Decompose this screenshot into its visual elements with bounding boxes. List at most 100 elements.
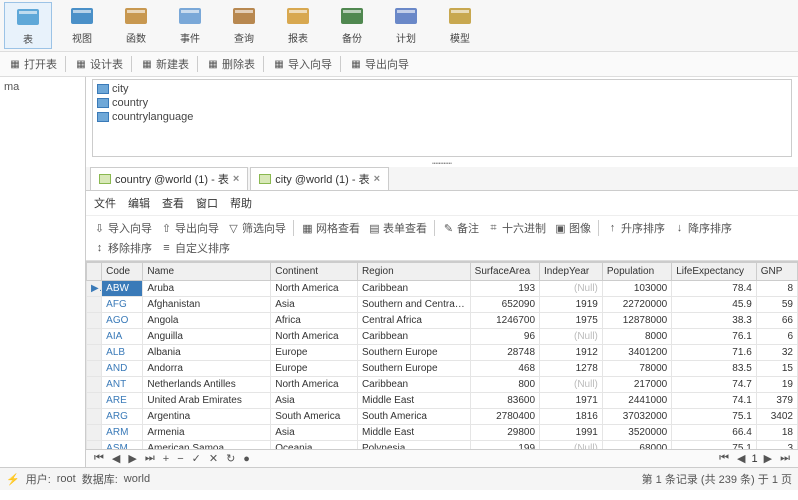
column-header[interactable]: IndepYear <box>540 263 603 281</box>
cell-gnp[interactable]: 59 <box>756 297 797 313</box>
table-list-item[interactable]: countrylanguage <box>95 110 789 124</box>
sub-btn-设计表[interactable]: ▦设计表 <box>70 54 127 74</box>
tool-表单查看[interactable]: ▤表单查看 <box>365 219 430 237</box>
cell-lifeexpectancy[interactable]: 76.1 <box>672 329 757 345</box>
sub-btn-导出向导[interactable]: ▦导出向导 <box>345 54 413 74</box>
toolbar-计划[interactable]: 计划 <box>382 2 430 49</box>
cell-population[interactable]: 68000 <box>602 441 671 450</box>
cell-indepyear[interactable]: (Null) <box>540 329 603 345</box>
table-row[interactable]: ARGArgentinaSouth AmericaSouth America27… <box>87 409 798 425</box>
cell-population[interactable]: 22720000 <box>602 297 671 313</box>
nav-cancel-button[interactable]: ✕ <box>207 452 220 465</box>
cell-region[interactable]: Caribbean <box>357 377 470 393</box>
toolbar-模型[interactable]: 模型 <box>436 2 484 49</box>
row-marker-header[interactable] <box>87 263 102 281</box>
cell-name[interactable]: American Samoa <box>143 441 271 450</box>
column-header[interactable]: Region <box>357 263 470 281</box>
row-marker[interactable]: ▶ <box>87 281 102 297</box>
cell-indepyear[interactable]: 1971 <box>540 393 603 409</box>
cell-population[interactable]: 37032000 <box>602 409 671 425</box>
cell-gnp[interactable]: 8 <box>756 281 797 297</box>
cell-indepyear[interactable]: 1912 <box>540 345 603 361</box>
toolbar-函数[interactable]: 函数 <box>112 2 160 49</box>
cell-indepyear[interactable]: 1919 <box>540 297 603 313</box>
cell-code[interactable]: AIA <box>102 329 143 345</box>
cell-continent[interactable]: Asia <box>271 297 358 313</box>
close-icon[interactable]: × <box>374 173 380 185</box>
nav-refresh-button[interactable]: ↻ <box>224 452 237 465</box>
cell-lifeexpectancy[interactable]: 74.7 <box>672 377 757 393</box>
table-row[interactable]: ALBAlbaniaEuropeSouthern Europe287481912… <box>87 345 798 361</box>
tool-移除排序[interactable]: ↕移除排序 <box>90 239 155 257</box>
cell-name[interactable]: Albania <box>143 345 271 361</box>
cell-indepyear[interactable]: 1991 <box>540 425 603 441</box>
cell-name[interactable]: Afghanistan <box>143 297 271 313</box>
cell-continent[interactable]: Asia <box>271 393 358 409</box>
sub-btn-导入向导[interactable]: ▦导入向导 <box>268 54 336 74</box>
cell-code[interactable]: AGO <box>102 313 143 329</box>
column-header[interactable]: Continent <box>271 263 358 281</box>
sub-btn-删除表[interactable]: ▦删除表 <box>202 54 259 74</box>
cell-continent[interactable]: Asia <box>271 425 358 441</box>
cell-continent[interactable]: North America <box>271 329 358 345</box>
cell-gnp[interactable]: 379 <box>756 393 797 409</box>
cell-region[interactable]: Southern Europe <box>357 361 470 377</box>
menu-查看[interactable]: 查看 <box>162 195 184 211</box>
cell-continent[interactable]: Africa <box>271 313 358 329</box>
row-marker[interactable] <box>87 361 102 377</box>
cell-gnp[interactable]: 6 <box>756 329 797 345</box>
table-row[interactable]: ASMAmerican SamoaOceaniaPolynesia199(Nul… <box>87 441 798 450</box>
column-header[interactable]: Name <box>143 263 271 281</box>
cell-surfacearea[interactable]: 83600 <box>470 393 539 409</box>
row-marker[interactable] <box>87 345 102 361</box>
cell-region[interactable]: Southern Europe <box>357 345 470 361</box>
cell-name[interactable]: Aruba <box>143 281 271 297</box>
tool-导入向导[interactable]: ⇩导入向导 <box>90 219 155 237</box>
table-row[interactable]: ARMArmeniaAsiaMiddle East298001991352000… <box>87 425 798 441</box>
nav-del-button[interactable]: − <box>175 453 185 465</box>
cell-gnp[interactable]: 18 <box>756 425 797 441</box>
cell-population[interactable]: 103000 <box>602 281 671 297</box>
cell-code[interactable]: ALB <box>102 345 143 361</box>
column-header[interactable]: LifeExpectancy <box>672 263 757 281</box>
cell-population[interactable]: 2441000 <box>602 393 671 409</box>
row-marker[interactable] <box>87 297 102 313</box>
column-header[interactable]: Code <box>102 263 143 281</box>
cell-indepyear[interactable]: 1278 <box>540 361 603 377</box>
cell-code[interactable]: ARG <box>102 409 143 425</box>
cell-gnp[interactable]: 3402 <box>756 409 797 425</box>
sub-btn-打开表[interactable]: ▦打开表 <box>4 54 61 74</box>
row-marker[interactable] <box>87 393 102 409</box>
splitter-handle[interactable]: ┈┈┈ <box>86 159 798 167</box>
table-row[interactable]: AREUnited Arab EmiratesAsiaMiddle East83… <box>87 393 798 409</box>
cell-population[interactable]: 8000 <box>602 329 671 345</box>
cell-continent[interactable]: South America <box>271 409 358 425</box>
page-page_last[interactable]: ⏭ <box>778 452 792 465</box>
table-row[interactable]: ANDAndorraEuropeSouthern Europe468127878… <box>87 361 798 377</box>
cell-name[interactable]: Armenia <box>143 425 271 441</box>
cell-gnp[interactable]: 32 <box>756 345 797 361</box>
cell-code[interactable]: AND <box>102 361 143 377</box>
cell-code[interactable]: ASM <box>102 441 143 450</box>
cell-gnp[interactable]: 3 <box>756 441 797 450</box>
cell-region[interactable]: Southern and Central Asi <box>357 297 470 313</box>
page-page_first[interactable]: ⏮ <box>717 452 731 465</box>
cell-surfacearea[interactable]: 2780400 <box>470 409 539 425</box>
cell-code[interactable]: ARM <box>102 425 143 441</box>
menu-编辑[interactable]: 编辑 <box>128 195 150 211</box>
cell-surfacearea[interactable]: 199 <box>470 441 539 450</box>
nav-next-button[interactable]: ▶ <box>126 452 138 465</box>
data-grid[interactable]: CodeNameContinentRegionSurfaceAreaIndepY… <box>86 262 798 449</box>
cell-lifeexpectancy[interactable]: 83.5 <box>672 361 757 377</box>
nav-first-button[interactable]: ⏮ <box>92 452 106 465</box>
cell-indepyear[interactable]: 1975 <box>540 313 603 329</box>
cell-lifeexpectancy[interactable]: 45.9 <box>672 297 757 313</box>
cell-lifeexpectancy[interactable]: 38.3 <box>672 313 757 329</box>
tab[interactable]: city @world (1) - 表× <box>250 167 389 190</box>
nav-post-button[interactable]: ✓ <box>190 452 203 465</box>
nav-stop-button[interactable]: ● <box>241 453 252 465</box>
cell-surfacearea[interactable]: 96 <box>470 329 539 345</box>
table-list-item[interactable]: country <box>95 96 789 110</box>
cell-region[interactable]: Polynesia <box>357 441 470 450</box>
row-marker[interactable] <box>87 425 102 441</box>
